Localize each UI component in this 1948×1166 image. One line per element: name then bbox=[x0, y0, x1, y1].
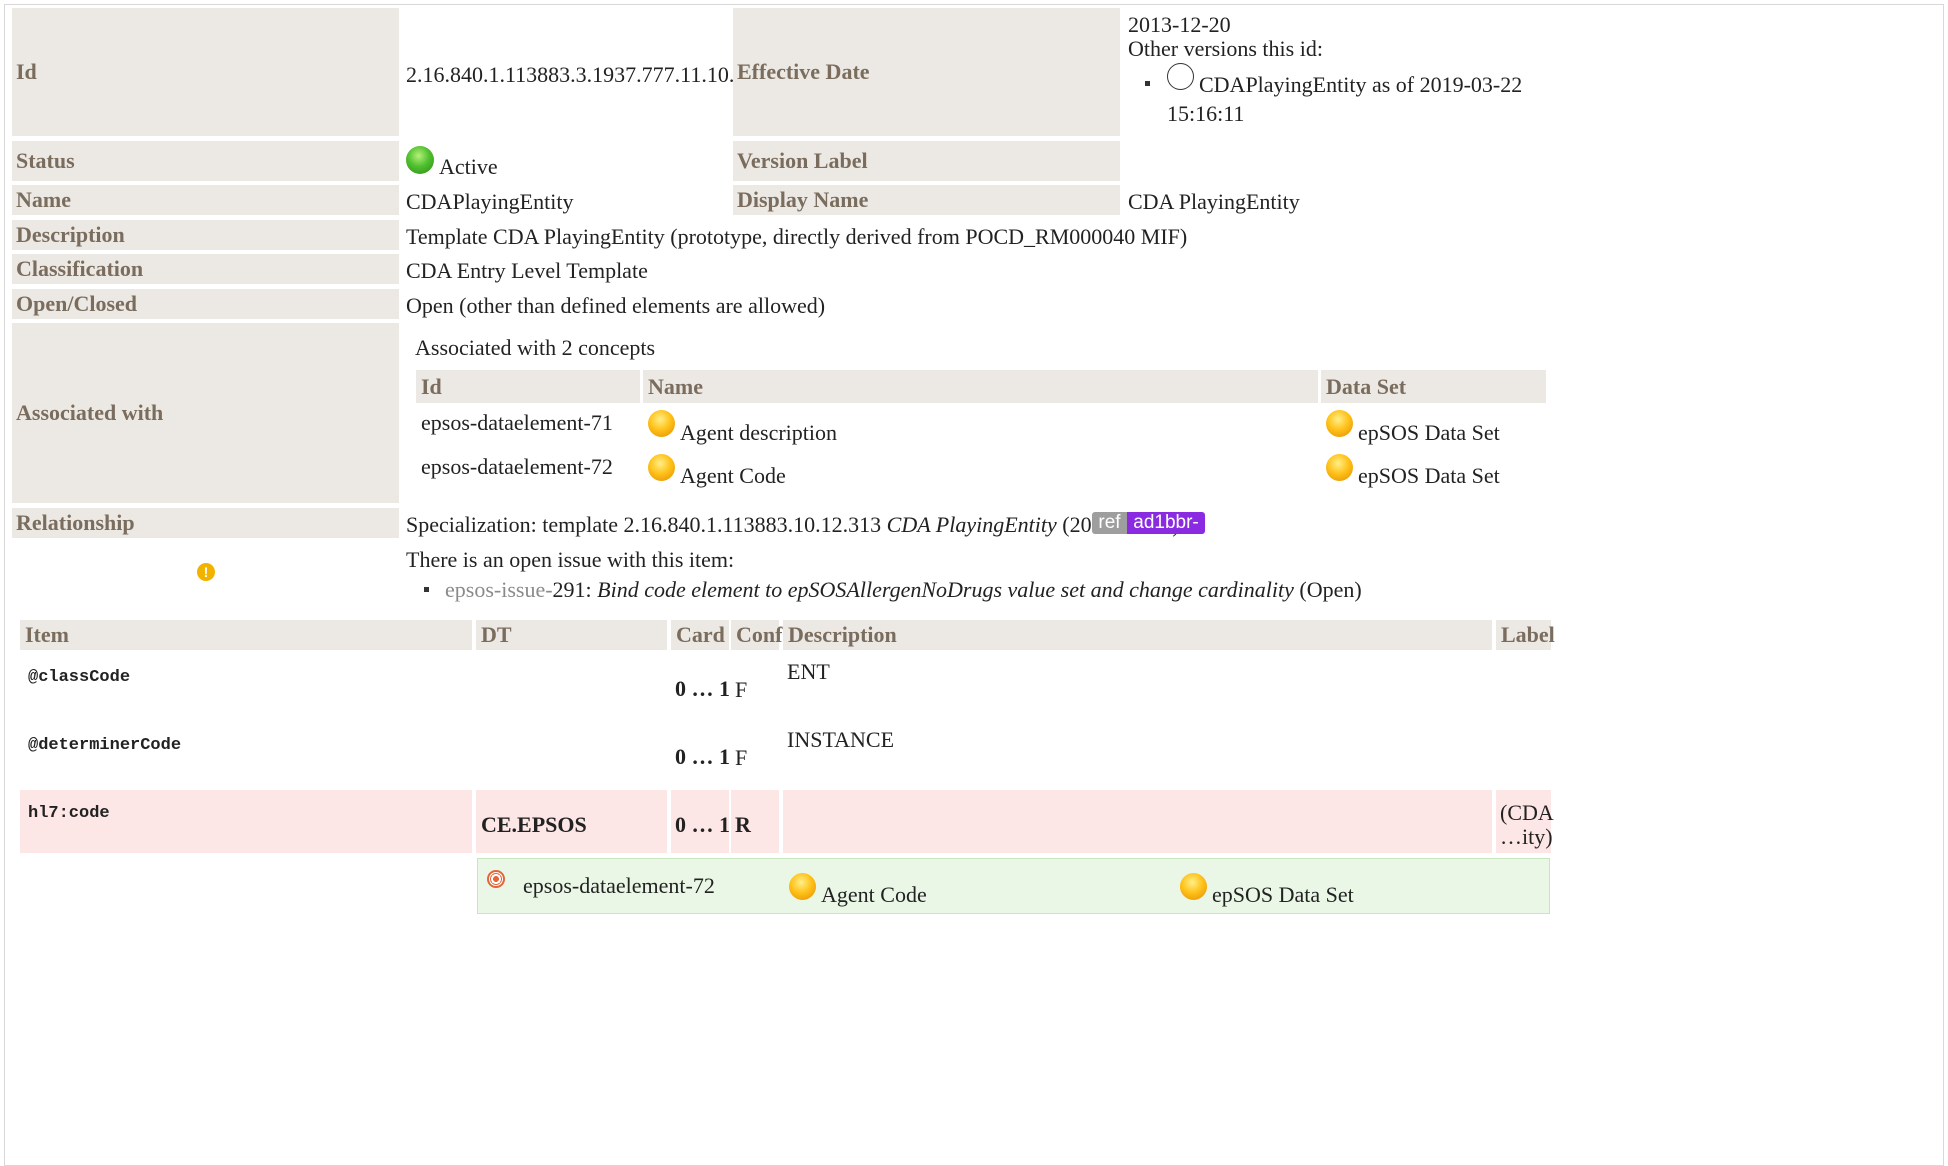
relationship-template-name[interactable]: CDA PlayingEntity bbox=[887, 512, 1057, 537]
element-item[interactable]: @determinerCode bbox=[28, 736, 181, 755]
associated-intro: Associated with 2 concepts bbox=[415, 335, 656, 360]
id-value: 2.16.840.1.113883.3.1937.777.11.10.128 bbox=[406, 62, 768, 87]
status-active-icon bbox=[406, 146, 434, 174]
element-label: …ity) bbox=[1500, 824, 1553, 849]
elements-header-conf: Conf bbox=[731, 620, 782, 650]
element-card: 0 … 1 bbox=[675, 744, 730, 769]
description-value: Template CDA PlayingEntity (prototype, d… bbox=[406, 224, 1188, 249]
element-card: 0 … 1 bbox=[675, 812, 730, 837]
concept-name: Agent Code bbox=[680, 463, 786, 488]
name-label: Name bbox=[12, 185, 399, 215]
ref-badge: ref bbox=[1092, 512, 1127, 534]
openclosed-label: Open/Closed bbox=[12, 289, 399, 319]
concepts-header-id: Id bbox=[416, 370, 640, 403]
other-version-link[interactable]: CDAPlayingEntity as of 2019-03-22 bbox=[1199, 72, 1522, 98]
openclosed-value: Open (other than defined elements are al… bbox=[406, 293, 826, 318]
status-pending-icon bbox=[1167, 63, 1194, 90]
version-label-label: Version Label bbox=[733, 141, 1120, 181]
status-value: Active bbox=[439, 154, 498, 179]
elements-header-dt: DT bbox=[476, 620, 667, 650]
concept-name: Agent description bbox=[680, 420, 838, 445]
element-item[interactable]: @classCode bbox=[28, 668, 130, 687]
issue-title: Bind code element to epSOSAllergenNoDrug… bbox=[597, 577, 1294, 602]
element-conf: F bbox=[735, 745, 748, 770]
element-dt[interactable]: CE.EPSOS bbox=[481, 812, 587, 838]
issue-status: (Open) bbox=[1293, 577, 1362, 602]
other-versions-text: Other versions this id: bbox=[1128, 36, 1323, 61]
issue-line: epsos-issue-291: Bind code element to ep… bbox=[445, 577, 1362, 603]
elements-header-item: Item bbox=[20, 620, 472, 650]
concept-dataset: epSOS Data Set bbox=[1358, 463, 1500, 488]
element-label: (CDA bbox=[1500, 800, 1554, 825]
elements-header-card: Card bbox=[671, 620, 729, 650]
element-conf: F bbox=[735, 677, 748, 702]
concepts-header-dataset: Data Set bbox=[1321, 370, 1546, 403]
element-description: ENT bbox=[787, 659, 830, 684]
element-conf: R bbox=[735, 812, 751, 837]
other-version-time: 15:16:11 bbox=[1167, 101, 1245, 126]
bullet bbox=[424, 587, 429, 592]
issue-sep: : bbox=[585, 577, 598, 602]
display-name-value: CDA PlayingEntity bbox=[1128, 189, 1300, 214]
issue-link[interactable]: epsos-issue- bbox=[445, 577, 553, 602]
dataset-draft-icon bbox=[1326, 410, 1353, 437]
element-card: 0 … 1 bbox=[675, 676, 730, 701]
id-label: Id bbox=[12, 8, 399, 136]
concept-draft-icon bbox=[648, 454, 675, 481]
bullet bbox=[1145, 81, 1150, 86]
dataset-draft-icon bbox=[1180, 873, 1207, 900]
concept-association-id[interactable]: epsos-dataelement-72 bbox=[523, 873, 715, 899]
relationship-label: Relationship bbox=[12, 508, 399, 538]
description-label: Description bbox=[12, 220, 399, 250]
warning-icon: ! bbox=[197, 563, 215, 581]
relationship-prefix: Specialization: template 2.16.840.1.1138… bbox=[406, 512, 887, 537]
concept-draft-icon bbox=[789, 873, 816, 900]
concept-id[interactable]: epsos-dataelement-72 bbox=[421, 454, 613, 480]
concept-id[interactable]: epsos-dataelement-71 bbox=[421, 410, 613, 436]
concept-draft-icon bbox=[648, 410, 675, 437]
element-item[interactable]: hl7:code bbox=[28, 804, 110, 823]
status-label: Status bbox=[12, 141, 399, 181]
project-badge[interactable]: ad1bbr- bbox=[1127, 512, 1205, 534]
classification-value: CDA Entry Level Template bbox=[406, 258, 648, 283]
elements-header-label: Label bbox=[1496, 620, 1555, 650]
name-value: CDAPlayingEntity bbox=[406, 189, 574, 214]
dataset-draft-icon bbox=[1326, 454, 1353, 481]
issue-number: 291 bbox=[552, 577, 586, 602]
element-description-cell bbox=[783, 790, 1492, 853]
concept-association-name: Agent Code bbox=[821, 882, 927, 907]
display-name-label: Display Name bbox=[733, 185, 1120, 215]
associated-label: Associated with bbox=[12, 323, 399, 503]
concept-dataset: epSOS Data Set bbox=[1358, 420, 1500, 445]
relationship-value: Specialization: template 2.16.840.1.1138… bbox=[406, 512, 1180, 538]
concepts-header-name: Name bbox=[643, 370, 1318, 403]
effective-date-value: 2013-12-20 bbox=[1128, 12, 1231, 37]
element-description: INSTANCE bbox=[787, 727, 895, 752]
classification-label: Classification bbox=[12, 254, 399, 284]
target-icon bbox=[487, 870, 505, 888]
elements-header-description: Description bbox=[783, 620, 1492, 650]
effective-date-label: Effective Date bbox=[733, 8, 1120, 136]
issue-intro: There is an open issue with this item: bbox=[406, 547, 735, 572]
concept-association-dataset: epSOS Data Set bbox=[1212, 882, 1354, 907]
